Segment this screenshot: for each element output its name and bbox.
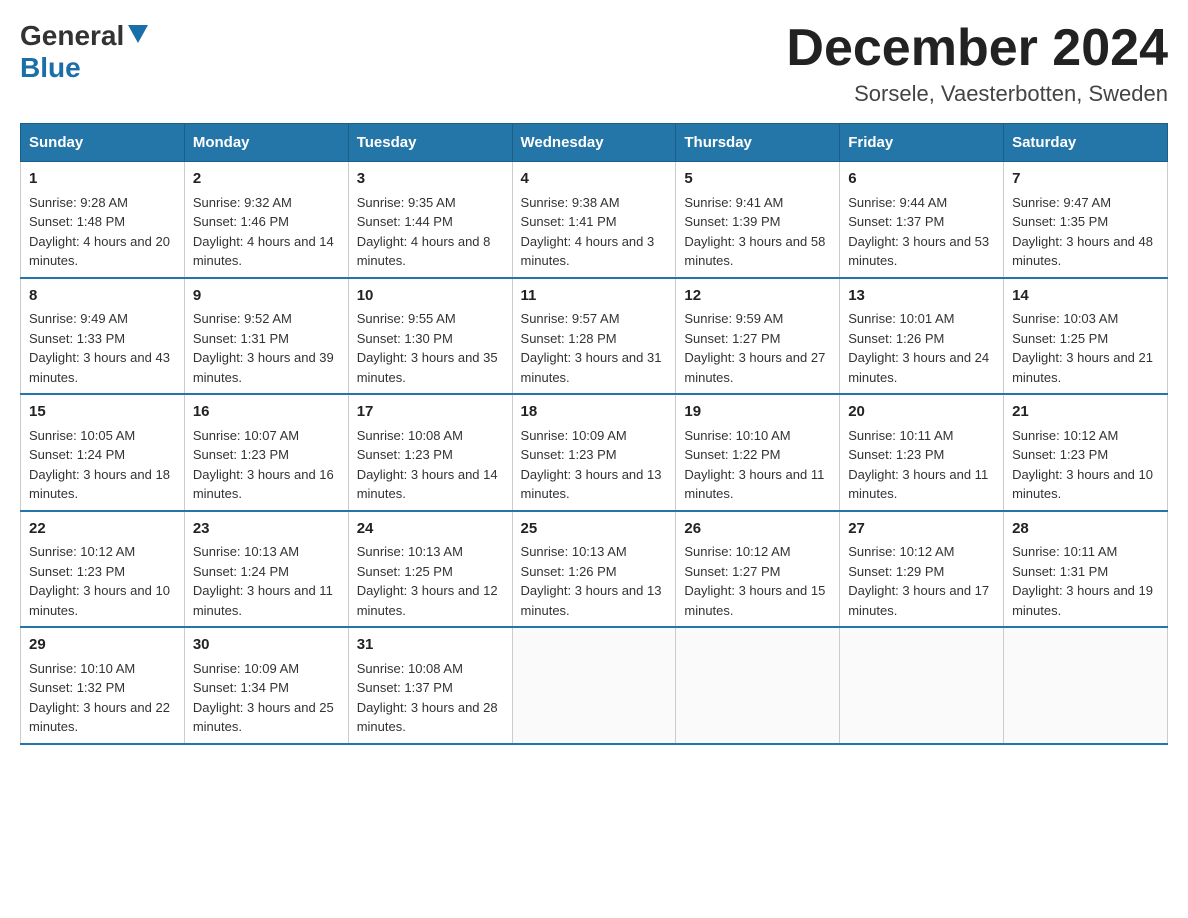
- day-number: 22: [29, 518, 176, 541]
- day-number: 18: [521, 401, 668, 424]
- calendar-cell: 28Sunrise: 10:11 AMSunset: 1:31 PMDaylig…: [1004, 511, 1168, 628]
- day-number: 2: [193, 168, 340, 191]
- day-number: 5: [684, 168, 831, 191]
- calendar-cell: [512, 627, 676, 744]
- calendar-cell: 10Sunrise: 9:55 AMSunset: 1:30 PMDayligh…: [348, 278, 512, 395]
- day-number: 24: [357, 518, 504, 541]
- location-subtitle: Sorsele, Vaesterbotten, Sweden: [786, 81, 1168, 107]
- calendar-header-row: Sunday Monday Tuesday Wednesday Thursday…: [21, 124, 1168, 162]
- day-number: 21: [1012, 401, 1159, 424]
- day-number: 3: [357, 168, 504, 191]
- calendar-cell: 23Sunrise: 10:13 AMSunset: 1:24 PMDaylig…: [184, 511, 348, 628]
- day-number: 17: [357, 401, 504, 424]
- day-number: 25: [521, 518, 668, 541]
- calendar-cell: 27Sunrise: 10:12 AMSunset: 1:29 PMDaylig…: [840, 511, 1004, 628]
- col-thursday: Thursday: [676, 124, 840, 162]
- col-wednesday: Wednesday: [512, 124, 676, 162]
- calendar-cell: 14Sunrise: 10:03 AMSunset: 1:25 PMDaylig…: [1004, 278, 1168, 395]
- calendar-week-row: 1Sunrise: 9:28 AMSunset: 1:48 PMDaylight…: [21, 162, 1168, 278]
- calendar-cell: [1004, 627, 1168, 744]
- calendar-cell: 9Sunrise: 9:52 AMSunset: 1:31 PMDaylight…: [184, 278, 348, 395]
- calendar-table: Sunday Monday Tuesday Wednesday Thursday…: [20, 123, 1168, 745]
- calendar-cell: 12Sunrise: 9:59 AMSunset: 1:27 PMDayligh…: [676, 278, 840, 395]
- calendar-cell: 17Sunrise: 10:08 AMSunset: 1:23 PMDaylig…: [348, 394, 512, 511]
- calendar-cell: 7Sunrise: 9:47 AMSunset: 1:35 PMDaylight…: [1004, 162, 1168, 278]
- page-header: General Blue December 2024 Sorsele, Vaes…: [20, 20, 1168, 107]
- day-number: 13: [848, 285, 995, 308]
- calendar-cell: 21Sunrise: 10:12 AMSunset: 1:23 PMDaylig…: [1004, 394, 1168, 511]
- logo-general-text: General: [20, 20, 124, 52]
- day-number: 16: [193, 401, 340, 424]
- calendar-cell: [840, 627, 1004, 744]
- calendar-cell: 1Sunrise: 9:28 AMSunset: 1:48 PMDaylight…: [21, 162, 185, 278]
- day-number: 10: [357, 285, 504, 308]
- title-area: December 2024 Sorsele, Vaesterbotten, Sw…: [786, 20, 1168, 107]
- day-number: 1: [29, 168, 176, 191]
- calendar-cell: 30Sunrise: 10:09 AMSunset: 1:34 PMDaylig…: [184, 627, 348, 744]
- day-number: 29: [29, 634, 176, 657]
- col-saturday: Saturday: [1004, 124, 1168, 162]
- calendar-cell: 18Sunrise: 10:09 AMSunset: 1:23 PMDaylig…: [512, 394, 676, 511]
- day-number: 26: [684, 518, 831, 541]
- day-number: 28: [1012, 518, 1159, 541]
- col-monday: Monday: [184, 124, 348, 162]
- col-sunday: Sunday: [21, 124, 185, 162]
- logo: General Blue: [20, 20, 148, 84]
- calendar-cell: 5Sunrise: 9:41 AMSunset: 1:39 PMDaylight…: [676, 162, 840, 278]
- day-number: 7: [1012, 168, 1159, 191]
- calendar-week-row: 22Sunrise: 10:12 AMSunset: 1:23 PMDaylig…: [21, 511, 1168, 628]
- day-number: 14: [1012, 285, 1159, 308]
- col-tuesday: Tuesday: [348, 124, 512, 162]
- calendar-week-row: 8Sunrise: 9:49 AMSunset: 1:33 PMDaylight…: [21, 278, 1168, 395]
- calendar-cell: 20Sunrise: 10:11 AMSunset: 1:23 PMDaylig…: [840, 394, 1004, 511]
- day-number: 8: [29, 285, 176, 308]
- day-number: 15: [29, 401, 176, 424]
- month-title: December 2024: [786, 20, 1168, 77]
- day-number: 9: [193, 285, 340, 308]
- logo-blue-text: Blue: [20, 52, 81, 83]
- calendar-cell: 13Sunrise: 10:01 AMSunset: 1:26 PMDaylig…: [840, 278, 1004, 395]
- calendar-cell: 26Sunrise: 10:12 AMSunset: 1:27 PMDaylig…: [676, 511, 840, 628]
- calendar-cell: 31Sunrise: 10:08 AMSunset: 1:37 PMDaylig…: [348, 627, 512, 744]
- calendar-cell: 3Sunrise: 9:35 AMSunset: 1:44 PMDaylight…: [348, 162, 512, 278]
- calendar-week-row: 15Sunrise: 10:05 AMSunset: 1:24 PMDaylig…: [21, 394, 1168, 511]
- day-number: 31: [357, 634, 504, 657]
- calendar-cell: 2Sunrise: 9:32 AMSunset: 1:46 PMDaylight…: [184, 162, 348, 278]
- day-number: 11: [521, 285, 668, 308]
- col-friday: Friday: [840, 124, 1004, 162]
- calendar-cell: 15Sunrise: 10:05 AMSunset: 1:24 PMDaylig…: [21, 394, 185, 511]
- calendar-cell: [676, 627, 840, 744]
- calendar-week-row: 29Sunrise: 10:10 AMSunset: 1:32 PMDaylig…: [21, 627, 1168, 744]
- day-number: 6: [848, 168, 995, 191]
- calendar-cell: 4Sunrise: 9:38 AMSunset: 1:41 PMDaylight…: [512, 162, 676, 278]
- logo-triangle-icon: [128, 25, 148, 48]
- calendar-cell: 16Sunrise: 10:07 AMSunset: 1:23 PMDaylig…: [184, 394, 348, 511]
- calendar-cell: 25Sunrise: 10:13 AMSunset: 1:26 PMDaylig…: [512, 511, 676, 628]
- calendar-cell: 22Sunrise: 10:12 AMSunset: 1:23 PMDaylig…: [21, 511, 185, 628]
- day-number: 4: [521, 168, 668, 191]
- calendar-cell: 6Sunrise: 9:44 AMSunset: 1:37 PMDaylight…: [840, 162, 1004, 278]
- calendar-cell: 29Sunrise: 10:10 AMSunset: 1:32 PMDaylig…: [21, 627, 185, 744]
- calendar-cell: 8Sunrise: 9:49 AMSunset: 1:33 PMDaylight…: [21, 278, 185, 395]
- day-number: 12: [684, 285, 831, 308]
- day-number: 30: [193, 634, 340, 657]
- calendar-cell: 24Sunrise: 10:13 AMSunset: 1:25 PMDaylig…: [348, 511, 512, 628]
- calendar-cell: 11Sunrise: 9:57 AMSunset: 1:28 PMDayligh…: [512, 278, 676, 395]
- day-number: 20: [848, 401, 995, 424]
- day-number: 19: [684, 401, 831, 424]
- day-number: 27: [848, 518, 995, 541]
- day-number: 23: [193, 518, 340, 541]
- calendar-cell: 19Sunrise: 10:10 AMSunset: 1:22 PMDaylig…: [676, 394, 840, 511]
